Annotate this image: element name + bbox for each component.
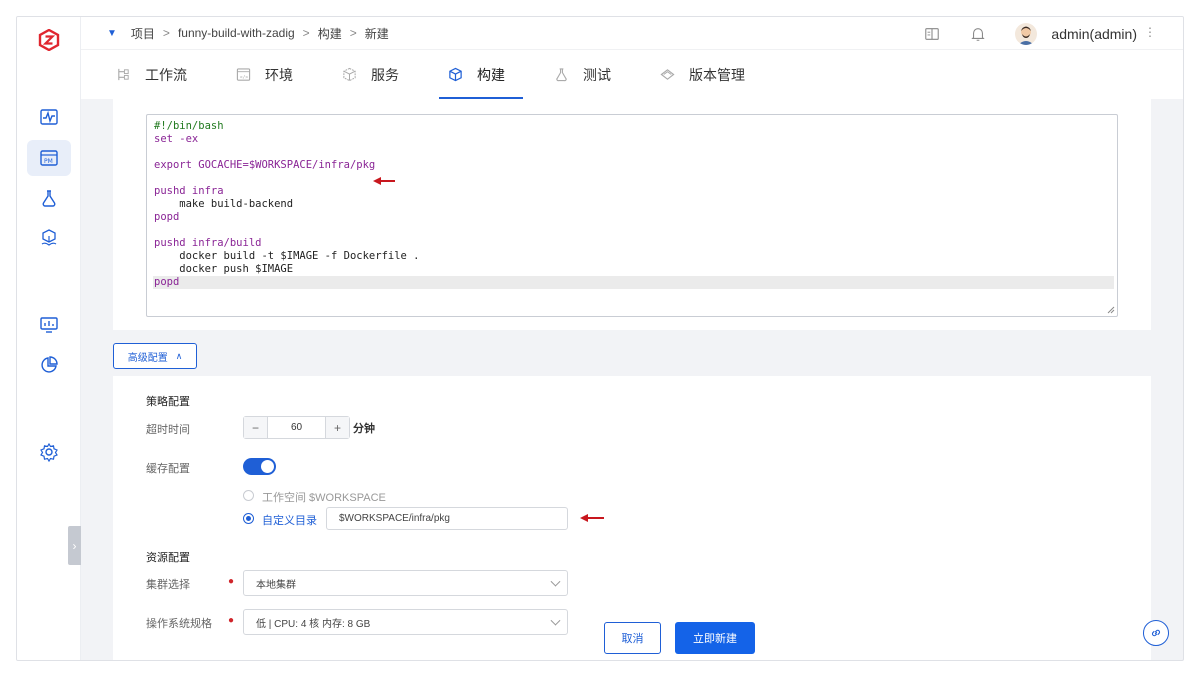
- package-hand-icon[interactable]: [27, 220, 71, 256]
- svg-text:</>: </>: [239, 74, 248, 80]
- chevron-down-icon: [550, 615, 561, 626]
- app-window: PM › ▼ 项目 > funny-build-with-zadig > 构建: [16, 16, 1184, 661]
- tab-version[interactable]: 版本管理: [651, 50, 763, 99]
- required-marker: ●: [228, 615, 235, 626]
- tab-label: 测试: [583, 66, 611, 83]
- script-line: popd: [154, 211, 180, 223]
- required-marker: ●: [228, 576, 235, 587]
- script-line: pushd infra: [154, 185, 224, 197]
- caret-down-icon[interactable]: ▼: [107, 28, 117, 39]
- cache-workspace-radio[interactable]: [243, 490, 254, 501]
- cluster-select-value: 本地集群: [256, 579, 296, 591]
- tab-label: 服务: [371, 66, 399, 83]
- cache-toggle[interactable]: [243, 458, 276, 475]
- breadcrumb-separator: >: [162, 26, 170, 40]
- script-line: popd: [153, 276, 1114, 289]
- os-spec-label: 操作系统规格: [146, 618, 212, 630]
- project-management-icon[interactable]: PM: [27, 140, 71, 176]
- tab-label: 环境: [265, 66, 293, 83]
- chevron-up-icon: ∧: [175, 350, 183, 361]
- timeout-unit: 分钟: [353, 423, 375, 435]
- advanced-config-toggle[interactable]: 高级配置 ∧: [113, 343, 197, 369]
- script-line: docker build -t $IMAGE -f Dockerfile .: [154, 250, 420, 262]
- breadcrumb-separator: >: [349, 26, 357, 40]
- strategy-section-title: 策略配置: [146, 396, 190, 408]
- cache-custom-path-input[interactable]: $WORKSPACE/infra/pkg: [326, 507, 568, 530]
- tab-environment[interactable]: </> 环境: [227, 50, 311, 99]
- tab-label: 版本管理: [689, 66, 745, 83]
- timeout-stepper: − 60 +: [243, 416, 350, 439]
- resource-section-title: 资源配置: [146, 552, 190, 564]
- cluster-select[interactable]: 本地集群: [243, 570, 568, 596]
- timeout-input[interactable]: 60: [268, 417, 325, 438]
- top-bar: ▼ 项目 > funny-build-with-zadig > 构建 > 新建 …: [81, 17, 1183, 50]
- test-icon: [553, 67, 569, 83]
- breadcrumb-separator: >: [302, 26, 310, 40]
- script-line: set -ex: [154, 133, 199, 145]
- breadcrumb-item-new: 新建: [364, 26, 389, 41]
- chevron-down-icon: [550, 576, 561, 587]
- notification-bell-icon[interactable]: [969, 25, 987, 43]
- tab-workflow[interactable]: 工作流: [107, 50, 205, 99]
- tab-test[interactable]: 测试: [545, 50, 629, 99]
- monitor-pulse-icon[interactable]: [27, 99, 71, 135]
- tab-build[interactable]: 构建: [439, 50, 523, 99]
- workflow-icon: [115, 67, 131, 83]
- cache-workspace-option-label[interactable]: 工作空间 $WORKSPACE: [262, 489, 386, 505]
- username[interactable]: admin(admin): [1051, 26, 1137, 42]
- more-vertical-icon[interactable]: ⋮: [1144, 25, 1156, 39]
- service-icon: [341, 67, 357, 83]
- create-now-button[interactable]: 立即新建: [675, 622, 755, 654]
- cache-custom-option-label[interactable]: 自定义目录: [262, 512, 317, 528]
- flask-icon[interactable]: [27, 180, 71, 216]
- tab-bar: 工作流 </> 环境 服务 构建 测试 版本管理: [81, 50, 1183, 99]
- decrement-button[interactable]: −: [244, 417, 268, 438]
- cancel-button[interactable]: 取消: [604, 622, 661, 654]
- cache-custom-path-value: $WORKSPACE/infra/pkg: [339, 513, 450, 524]
- breadcrumb: ▼ 项目 > funny-build-with-zadig > 构建 > 新建: [107, 25, 389, 42]
- script-line: pushd infra/build: [154, 237, 262, 249]
- annotation-arrow: [580, 514, 604, 522]
- os-spec-select[interactable]: 低 | CPU: 4 核 内存: 8 GB: [243, 609, 568, 635]
- script-line: [154, 172, 1110, 185]
- left-sidebar: PM ›: [17, 17, 81, 660]
- tab-label: 构建: [477, 66, 505, 83]
- resize-handle-icon[interactable]: [1107, 306, 1115, 314]
- environment-icon: </>: [235, 67, 251, 83]
- avatar[interactable]: [1015, 22, 1038, 45]
- zadig-logo-icon[interactable]: [38, 28, 60, 52]
- cache-label: 缓存配置: [146, 463, 190, 475]
- expand-sidebar-handle[interactable]: ›: [68, 526, 81, 565]
- link-icon[interactable]: [1143, 620, 1169, 646]
- build-script-editor[interactable]: #!/bin/bash set -ex export GOCACHE=$WORKSP…: [146, 114, 1118, 317]
- script-line: #!/bin/bash: [154, 120, 224, 132]
- svg-text:PM: PM: [44, 158, 53, 165]
- advanced-config-card: 策略配置 超时时间 − 60 + 分钟 缓存配置 工作空间 $WORKSPACE…: [113, 376, 1151, 660]
- breadcrumb-item-project-name[interactable]: funny-build-with-zadig: [178, 26, 295, 40]
- dashboard-screen-icon[interactable]: [27, 307, 71, 343]
- increment-button[interactable]: +: [325, 417, 349, 438]
- cache-custom-radio[interactable]: [243, 513, 254, 524]
- chevron-right-icon: ›: [72, 538, 77, 553]
- build-script-card: #!/bin/bash set -ex export GOCACHE=$WORKSP…: [113, 99, 1151, 330]
- script-line: docker push $IMAGE: [154, 263, 294, 275]
- tab-label: 工作流: [145, 66, 187, 83]
- timeout-label: 超时时间: [146, 424, 190, 436]
- build-icon: [447, 67, 463, 83]
- advanced-config-label: 高级配置: [127, 352, 168, 364]
- docs-book-icon[interactable]: [923, 25, 941, 43]
- script-line: [154, 146, 1110, 159]
- script-line: [154, 224, 1110, 237]
- breadcrumb-item-build[interactable]: 构建: [318, 25, 342, 42]
- breadcrumb-item-project[interactable]: 项目: [131, 25, 155, 42]
- cluster-label: 集群选择: [146, 579, 190, 591]
- os-spec-select-value: 低 | CPU: 4 核 内存: 8 GB: [256, 618, 371, 630]
- settings-gear-icon[interactable]: [27, 434, 71, 470]
- script-line: make build-backend: [154, 198, 294, 210]
- tab-service[interactable]: 服务: [333, 50, 417, 99]
- pie-chart-icon[interactable]: [27, 347, 71, 383]
- version-icon: [659, 67, 675, 83]
- script-line: export GOCACHE=$WORKSPACE/infra/pkg: [154, 159, 376, 171]
- annotation-arrow: [373, 177, 395, 185]
